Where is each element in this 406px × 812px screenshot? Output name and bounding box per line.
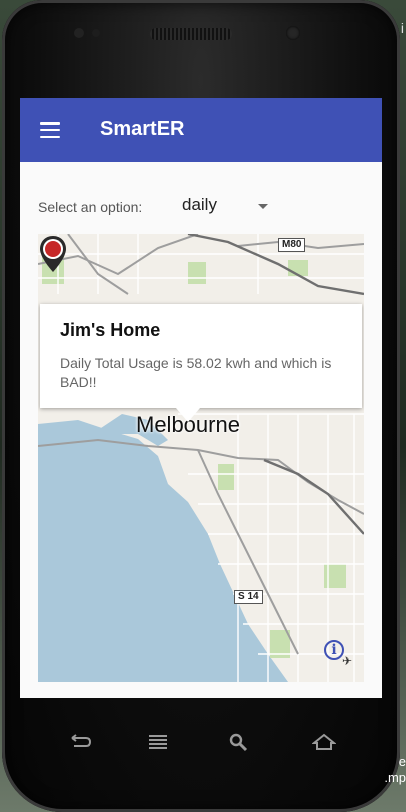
hamburger-menu-icon[interactable]	[40, 122, 60, 138]
menu-icon[interactable]	[140, 728, 176, 756]
road-label-s14: S 14	[234, 590, 263, 604]
light-sensor	[92, 29, 100, 37]
back-icon[interactable]	[62, 728, 98, 756]
dropdown-arrow-icon[interactable]	[258, 204, 268, 209]
info-window-text: Daily Total Usage is 58.02 kwh and which…	[60, 355, 332, 390]
map-info-icon[interactable]: i	[324, 640, 344, 660]
park-2	[188, 262, 206, 284]
option-spinner-value[interactable]: daily	[182, 195, 217, 215]
map-view[interactable]: M80 S 14 Melbourne Jim's Home Daily Tota…	[38, 234, 364, 682]
home-icon[interactable]	[306, 728, 342, 756]
phone-frame: SmartER Select an option: daily M80 S 14…	[2, 0, 400, 812]
edge-text-line-2: .mp	[384, 770, 406, 785]
park-4	[218, 464, 234, 490]
edge-text-bottom: e .mp	[384, 754, 406, 786]
hardware-nav-bar	[20, 712, 382, 772]
road-label-m80: M80	[278, 238, 306, 252]
search-icon[interactable]	[220, 728, 256, 756]
proximity-sensor	[74, 28, 84, 38]
edge-text-line-1: e	[398, 754, 406, 769]
park-3	[288, 260, 308, 276]
app-screen: SmartER Select an option: daily M80 S 14…	[20, 98, 382, 698]
app-title: SmartER	[100, 118, 185, 140]
info-window-title: Jim's Home	[60, 320, 161, 340]
app-bar: SmartER	[20, 98, 382, 162]
info-window-pointer	[176, 408, 200, 422]
select-label: Select an option:	[38, 199, 143, 215]
edge-text-top: i	[400, 20, 404, 36]
location-marker-icon[interactable]	[38, 234, 68, 274]
front-camera	[286, 26, 300, 40]
earpiece-speaker	[150, 28, 232, 40]
map-tiles	[38, 234, 364, 682]
marker-info-window[interactable]: Jim's Home Daily Total Usage is 58.02 kw…	[40, 304, 362, 408]
option-selector-row: Select an option: daily	[38, 194, 368, 218]
airport-icon: ✈	[342, 654, 353, 668]
